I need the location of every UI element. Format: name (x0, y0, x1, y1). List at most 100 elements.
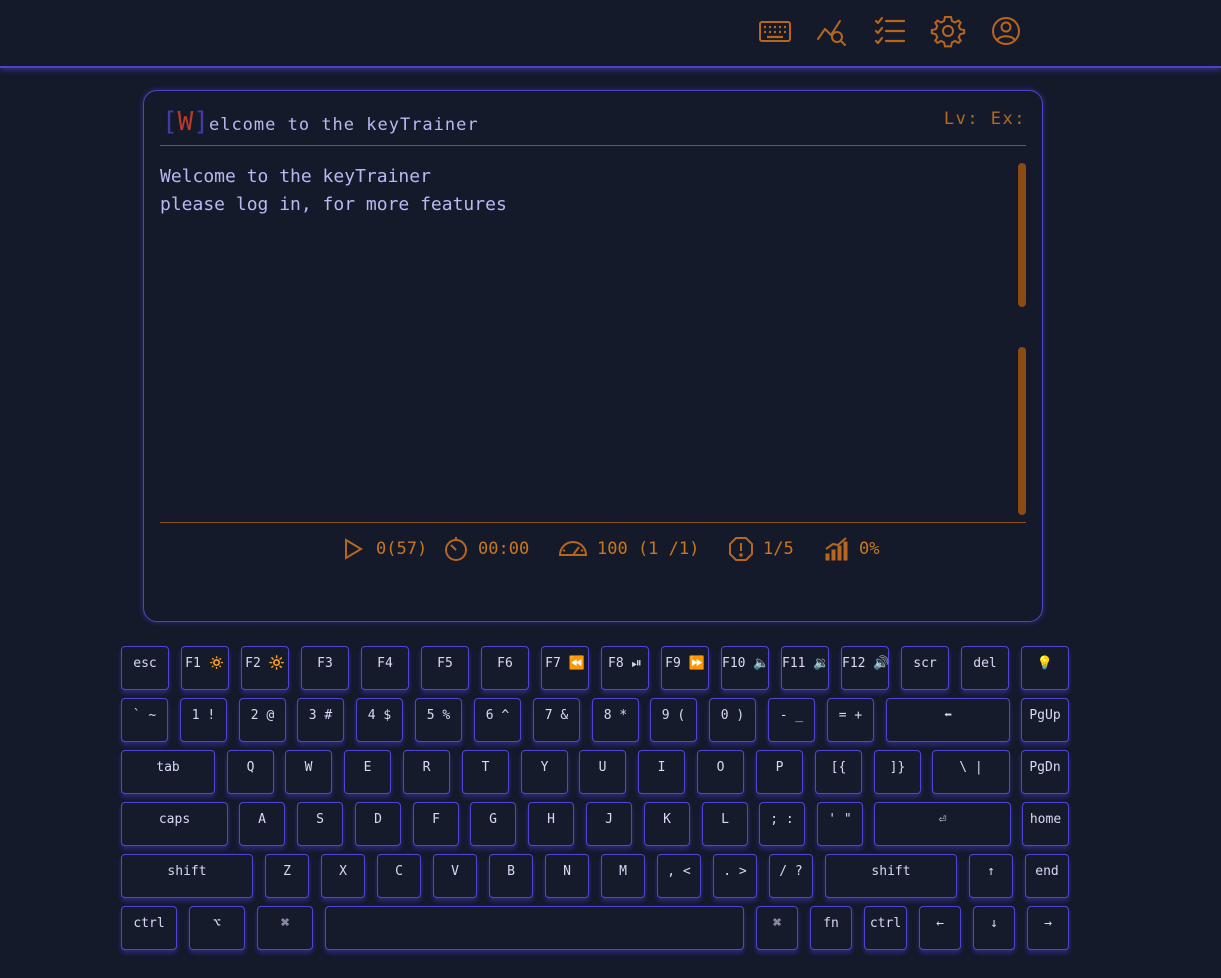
key-symbol[interactable]: . > (713, 854, 757, 898)
key-enter[interactable]: ⏎ (874, 802, 1011, 846)
key-0[interactable]: 0 ) (709, 698, 756, 742)
key-symbol[interactable]: ]} (874, 750, 921, 794)
key-f10[interactable]: F10 🔈 (721, 646, 770, 690)
key-symbol[interactable]: \ | (932, 750, 1010, 794)
key-e[interactable]: E (344, 750, 391, 794)
key-c[interactable]: C (377, 854, 421, 898)
key-symbol[interactable]: , < (657, 854, 701, 898)
key-f1[interactable]: F1 🔅 (181, 646, 229, 690)
key-2[interactable]: 2 @ (239, 698, 286, 742)
key-f[interactable]: F (413, 802, 459, 846)
key-r[interactable]: R (403, 750, 450, 794)
key-symbol[interactable]: ; : (759, 802, 805, 846)
key-delete[interactable]: del (961, 646, 1009, 690)
key-command[interactable]: ⌘ (756, 906, 798, 950)
key-9[interactable]: 9 ( (650, 698, 697, 742)
key-symbol[interactable]: [{ (815, 750, 862, 794)
key-o[interactable]: O (697, 750, 744, 794)
key-l[interactable]: L (702, 802, 748, 846)
key-8[interactable]: 8 * (592, 698, 639, 742)
key-symbol[interactable]: - _ (768, 698, 815, 742)
key-backlight[interactable]: 💡 (1021, 646, 1069, 690)
key-page-down[interactable]: PgDn (1021, 750, 1069, 794)
key-p[interactable]: P (756, 750, 803, 794)
key-s[interactable]: S (297, 802, 343, 846)
stat-progress-value: 0(57) (376, 539, 428, 559)
key-f5[interactable]: F5 (421, 646, 469, 690)
key-esc[interactable]: esc (121, 646, 169, 690)
key-home[interactable]: home (1022, 802, 1069, 846)
key-x[interactable]: X (321, 854, 365, 898)
key-u[interactable]: U (579, 750, 626, 794)
key-4[interactable]: 4 $ (356, 698, 403, 742)
alert-octagon-icon (729, 537, 753, 561)
key-end[interactable]: end (1025, 854, 1069, 898)
key-v[interactable]: V (433, 854, 477, 898)
key-page-up[interactable]: PgUp (1021, 698, 1069, 742)
key-f9[interactable]: F9 ⏩ (661, 646, 709, 690)
key-y[interactable]: Y (521, 750, 568, 794)
key-7[interactable]: 7 & (533, 698, 580, 742)
key-arrow-left[interactable]: ← (919, 906, 961, 950)
key-3[interactable]: 3 # (297, 698, 344, 742)
key-z[interactable]: Z (265, 854, 309, 898)
play-icon (345, 538, 363, 560)
key-g[interactable]: G (470, 802, 516, 846)
text-area[interactable]: Welcome to the keyTrainer please log in,… (160, 163, 1000, 513)
key-f11[interactable]: F11 🔉 (781, 646, 830, 690)
level-experience-label: Lv: Ex: (943, 109, 1026, 129)
key-n[interactable]: N (545, 854, 589, 898)
key-symbol[interactable]: / ? (769, 854, 813, 898)
key-5[interactable]: 5 % (415, 698, 462, 742)
gear-icon[interactable] (930, 13, 966, 49)
key-w[interactable]: W (285, 750, 332, 794)
key-d[interactable]: D (355, 802, 401, 846)
key-6[interactable]: 6 ^ (474, 698, 521, 742)
key-arrow-down[interactable]: ↓ (973, 906, 1015, 950)
key-ctrl[interactable]: ctrl (864, 906, 907, 950)
key-fn[interactable]: fn (810, 906, 852, 950)
key-symbol[interactable]: ' " (817, 802, 863, 846)
key-scroll[interactable]: scr (901, 646, 949, 690)
key-a[interactable]: A (239, 802, 285, 846)
trainer-panel: [W]elcome to the keyTrainer Lv: Ex: Welc… (143, 90, 1043, 622)
key-f12[interactable]: F12 🔊 (841, 646, 890, 690)
key-option[interactable]: ⌥ (189, 906, 245, 950)
key-symbol[interactable]: = + (827, 698, 874, 742)
chart-search-icon[interactable] (814, 13, 850, 49)
key-j[interactable]: J (586, 802, 632, 846)
key-f3[interactable]: F3 (301, 646, 349, 690)
key-space[interactable] (325, 906, 744, 950)
key-shift[interactable]: shift (825, 854, 957, 898)
key-i[interactable]: I (638, 750, 685, 794)
key-f2[interactable]: F2 🔆 (241, 646, 289, 690)
key-f7[interactable]: F7 ⏪ (541, 646, 589, 690)
key-m[interactable]: M (601, 854, 645, 898)
scrollbar-lower[interactable] (1018, 347, 1026, 515)
user-circle-icon[interactable] (988, 13, 1024, 49)
title-bracket-open: [ (162, 107, 178, 137)
key-q[interactable]: Q (227, 750, 274, 794)
key-f6[interactable]: F6 (481, 646, 529, 690)
key-caps-lock[interactable]: caps (121, 802, 228, 846)
keyboard-icon[interactable] (757, 13, 793, 49)
key-arrow-right[interactable]: → (1027, 906, 1069, 950)
key-f8[interactable]: F8 ⏯ (601, 646, 649, 690)
key-tab[interactable]: tab (121, 750, 215, 794)
key-f4[interactable]: F4 (361, 646, 409, 690)
key-backspace[interactable]: ⬅ (886, 698, 1010, 742)
key-ctrl[interactable]: ctrl (121, 906, 177, 950)
key-1[interactable]: 1 ! (180, 698, 227, 742)
key-h[interactable]: H (528, 802, 574, 846)
key-b[interactable]: B (489, 854, 533, 898)
key-t[interactable]: T (462, 750, 509, 794)
key-command[interactable]: ⌘ (257, 906, 313, 950)
scrollbar-upper[interactable] (1018, 163, 1026, 307)
key-shift[interactable]: shift (121, 854, 253, 898)
key-arrow-up[interactable]: ↑ (969, 854, 1013, 898)
key-k[interactable]: K (644, 802, 690, 846)
stat-speed: 100 (1 /1) (557, 533, 699, 565)
key-symbol[interactable]: ` ~ (121, 698, 168, 742)
top-navigation-bar (0, 0, 1221, 68)
checklist-icon[interactable] (872, 13, 908, 49)
